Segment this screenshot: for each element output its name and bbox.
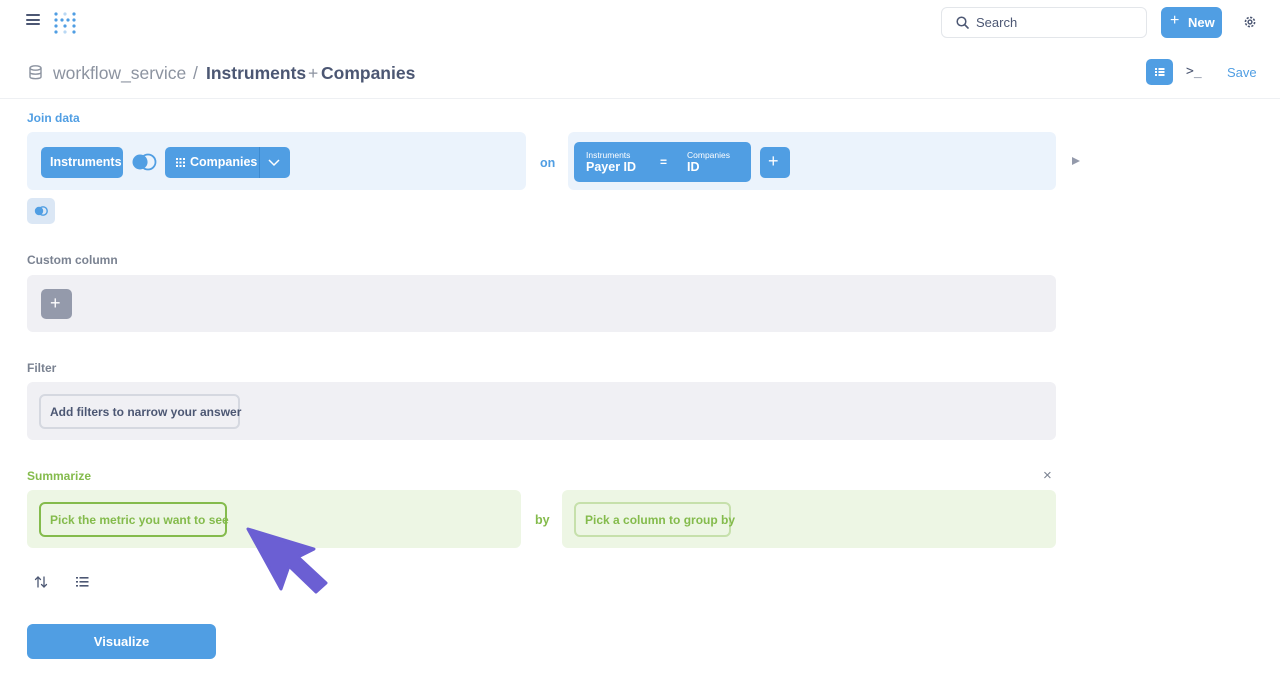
chevron-down-icon[interactable] xyxy=(267,156,281,168)
join-on-label: on xyxy=(540,156,556,170)
join-icon xyxy=(34,206,48,216)
condition-operator: = xyxy=(660,155,668,169)
expand-arrow-icon[interactable] xyxy=(1072,157,1080,165)
join-source-label: Instruments xyxy=(50,155,122,169)
database-icon xyxy=(29,65,42,80)
visualize-button[interactable]: Visualize xyxy=(27,624,216,659)
breadcrumb-join-plus: + xyxy=(308,63,319,83)
condition-left-column: Payer ID xyxy=(586,160,637,174)
join-condition-pill[interactable]: Instruments Payer ID = Companies ID xyxy=(574,142,751,182)
breadcrumb-joined-table[interactable]: Companies xyxy=(321,63,415,84)
filter-title: Filter xyxy=(27,361,57,375)
pointer-arrow-icon xyxy=(246,527,328,594)
join-target-table[interactable]: Companies xyxy=(165,147,290,178)
new-button-label: New xyxy=(1188,15,1215,30)
search-placeholder: Search xyxy=(976,15,1018,30)
custom-column-panel xyxy=(27,275,1056,332)
plus-icon: + xyxy=(768,151,779,171)
breadcrumb-table[interactable]: Instruments xyxy=(206,63,306,84)
join-target-label: Companies xyxy=(190,155,258,169)
close-icon[interactable]: × xyxy=(1043,467,1052,484)
top-nav: Search + New xyxy=(0,0,1280,44)
menu-icon[interactable] xyxy=(26,14,40,30)
pill-divider xyxy=(259,147,260,178)
notebook-toggle-button[interactable] xyxy=(1146,59,1173,85)
notebook-icon xyxy=(1155,68,1165,76)
row-limit-icon[interactable] xyxy=(76,576,89,588)
sql-console-icon[interactable]: >_ xyxy=(1186,64,1202,79)
join-type-icon[interactable] xyxy=(131,152,157,172)
summarize-by-label: by xyxy=(535,513,550,527)
add-custom-column-button[interactable]: + xyxy=(41,289,72,319)
save-button[interactable]: Save xyxy=(1227,65,1257,80)
query-header: workflow_service / Instruments + Compani… xyxy=(0,54,1280,99)
breadcrumb-database[interactable]: workflow_service xyxy=(53,63,186,84)
table-grid-icon xyxy=(176,158,185,167)
join-source-table[interactable]: Instruments xyxy=(41,147,123,178)
condition-right-column: ID xyxy=(687,160,700,174)
add-join-condition-button[interactable]: + xyxy=(760,147,790,178)
metabase-logo-icon[interactable] xyxy=(53,10,77,36)
summarize-title: Summarize xyxy=(27,469,92,483)
condition-left-table: Instruments xyxy=(586,150,631,160)
breadcrumb-separator: / xyxy=(193,63,198,83)
search-input[interactable]: Search xyxy=(941,7,1147,38)
plus-icon: + xyxy=(50,293,61,313)
join-section-title: Join data xyxy=(27,111,80,125)
pick-group-by-button[interactable]: Pick a column to group by xyxy=(574,502,735,537)
custom-column-title: Custom column xyxy=(27,253,118,267)
plus-icon: + xyxy=(1170,12,1180,29)
new-button[interactable]: + New xyxy=(1161,7,1222,38)
join-step-toggle[interactable] xyxy=(27,198,55,224)
add-filter-button[interactable]: Add filters to narrow your answer xyxy=(39,394,242,429)
condition-right-table: Companies xyxy=(687,150,730,160)
pick-metric-button[interactable]: Pick the metric you want to see xyxy=(39,502,229,537)
pick-metric-label: Pick the metric you want to see xyxy=(50,513,229,527)
pick-group-by-label: Pick a column to group by xyxy=(585,513,736,527)
search-icon xyxy=(956,16,969,29)
sort-icon[interactable] xyxy=(34,575,48,589)
add-filter-label: Add filters to narrow your answer xyxy=(50,405,242,419)
gear-icon[interactable] xyxy=(1243,15,1257,29)
